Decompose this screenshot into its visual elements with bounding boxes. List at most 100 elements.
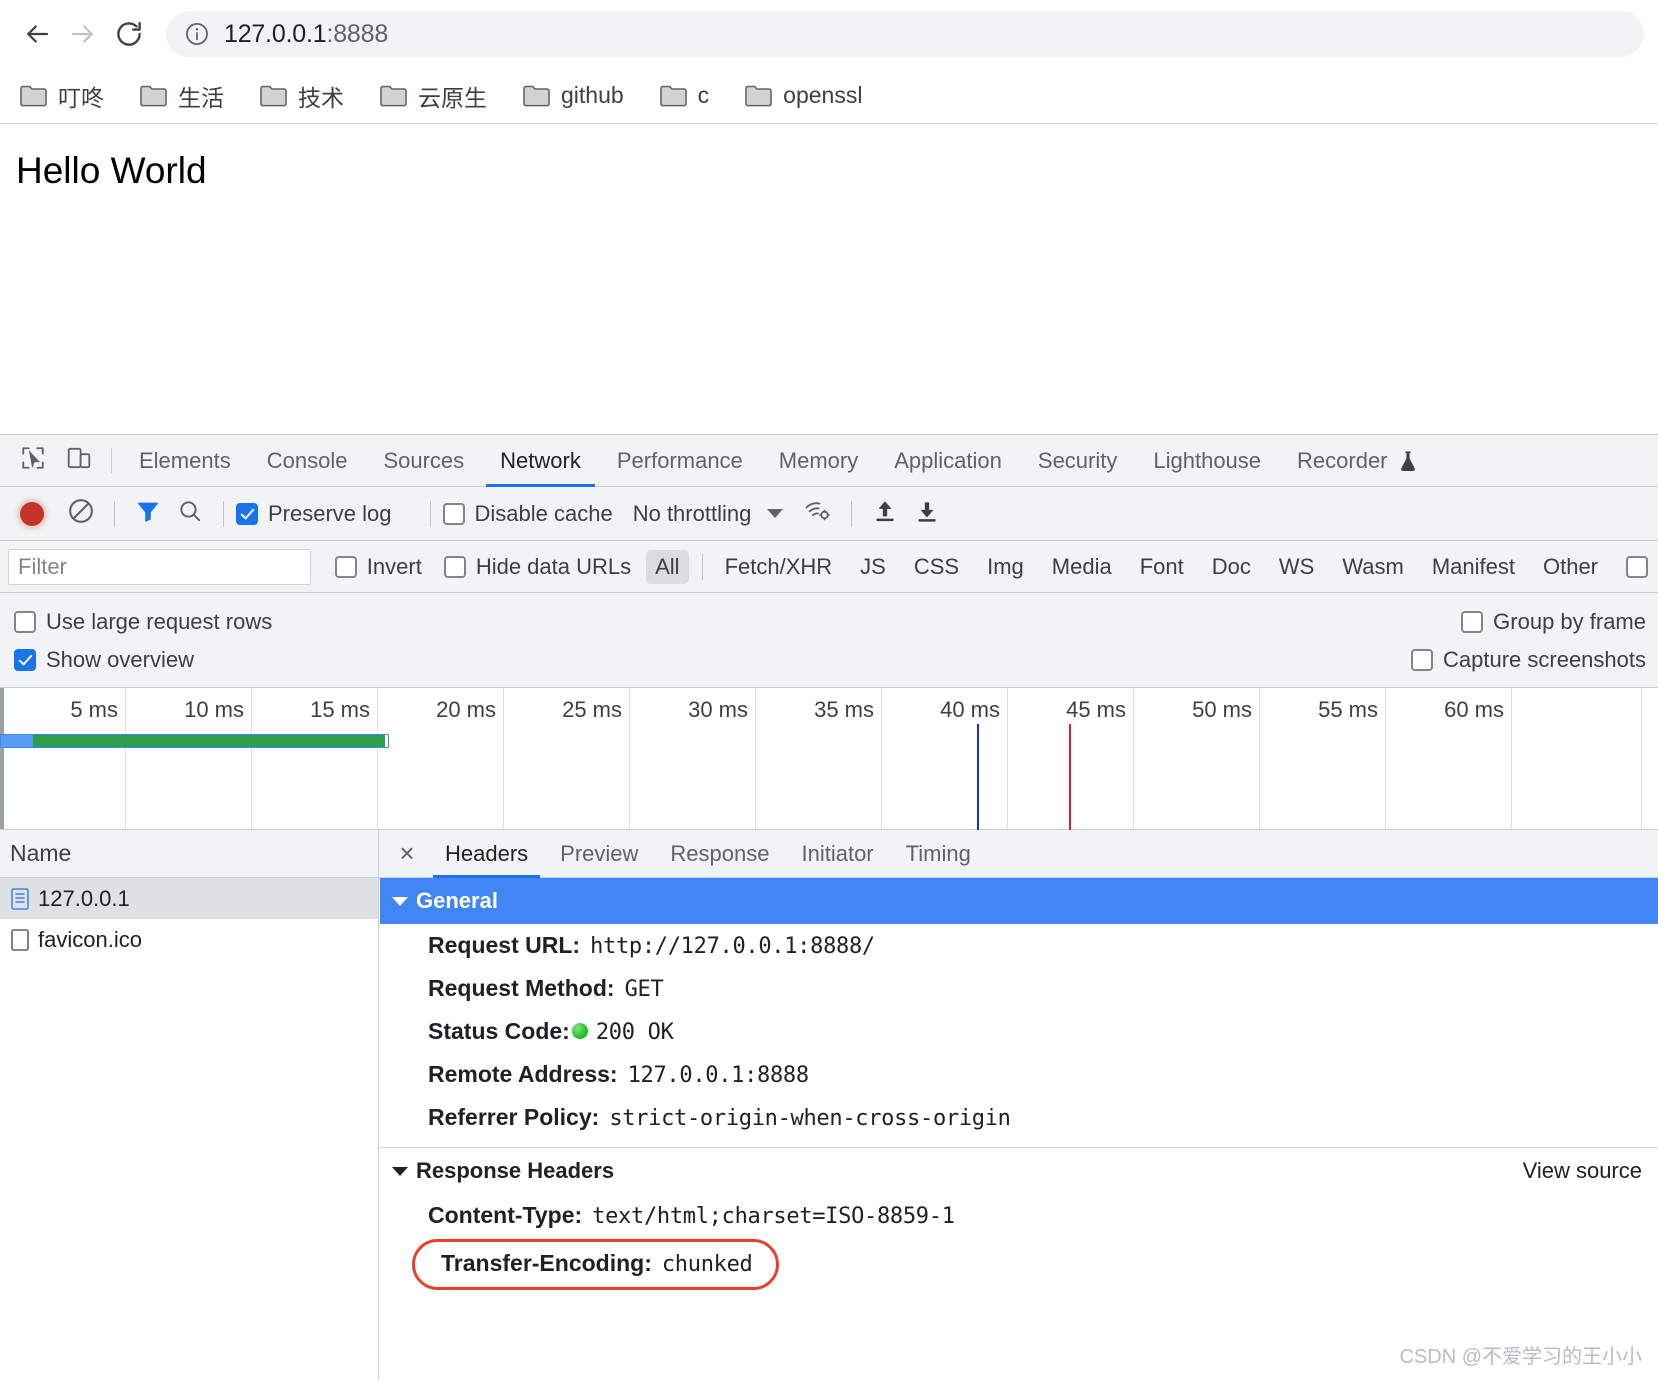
request-list-header[interactable]: Name [0,830,378,878]
forward-button[interactable] [60,11,106,57]
overview-tick-label: 35 ms [814,697,874,722]
divider [111,448,112,473]
column-header-name: Name [10,840,72,866]
header-row-content-type: Content-Type: text/html;charset=ISO-8859… [380,1194,1658,1237]
show-overview-checkbox[interactable]: Show overview [14,647,194,673]
import-har-button[interactable] [864,498,906,529]
type-filter-font[interactable]: Font [1131,550,1193,584]
tab-label: Console [266,447,348,473]
type-filter-doc[interactable]: Doc [1203,550,1260,584]
detail-tab-headers[interactable]: Headers [429,830,544,878]
type-filter-img[interactable]: Img [978,550,1033,584]
bookmark-item[interactable]: openssl [745,82,862,109]
bookmark-item[interactable]: 生活 [140,79,224,113]
overview-tick-cell: 10 ms [126,688,252,829]
browser-toolbar: 127.0.0.1:8888 [0,0,1658,68]
tab-recorder[interactable]: Recorder [1279,435,1435,486]
tab-console[interactable]: Console [249,435,366,486]
disable-cache-checkbox[interactable]: Disable cache [442,501,613,527]
tab-memory[interactable]: Memory [761,435,876,486]
network-conditions-button[interactable] [797,499,839,528]
type-filter-other[interactable]: Other [1534,550,1607,584]
type-filter-js[interactable]: JS [851,550,895,584]
throttling-select-value[interactable]: No throttling [633,501,752,527]
flask-icon [1398,450,1418,472]
search-icon [177,498,203,529]
clear-button[interactable] [60,497,102,530]
tab-network[interactable]: Network [482,435,599,487]
invert-checkbox[interactable]: Invert [334,554,422,580]
group-by-frame-checkbox[interactable]: Group by frame [1461,609,1646,635]
type-filter-ws[interactable]: WS [1270,550,1323,584]
search-button[interactable] [169,498,211,529]
detail-tab-timing[interactable]: Timing [890,830,987,877]
general-section-header[interactable]: General [380,878,1658,924]
network-toolbar: Preserve log Disable cache No throttling [0,487,1658,541]
type-filter-all[interactable]: All [646,549,689,584]
network-overview-timeline[interactable]: 5 ms 10 ms 15 ms 20 ms 25 ms 30 ms 35 ms… [0,688,1658,830]
bookmark-item[interactable]: github [523,82,624,109]
type-filter-manifest[interactable]: Manifest [1423,550,1524,584]
overview-tick-label: 5 ms [70,697,118,722]
bookmarks-bar: 叮咚 生活 技术 云原生 github c openssl [0,68,1658,124]
tab-label: Elements [139,447,231,473]
blocked-cookies-checkbox[interactable] [1626,555,1649,578]
address-bar[interactable]: 127.0.0.1:8888 [166,11,1644,57]
options-row-1: Use large request rows Group by frame [14,603,1658,641]
export-har-button[interactable] [906,498,948,529]
address-port: :8888 [326,19,389,48]
type-filter-media[interactable]: Media [1043,550,1121,584]
bookmark-item[interactable]: 叮咚 [20,79,104,113]
overview-tick-cell: 15 ms [252,688,378,829]
header-value: chunked [661,1252,753,1277]
header-value: text/html;charset=ISO-8859-1 [592,1204,955,1229]
detail-tab-initiator[interactable]: Initiator [785,830,889,877]
tab-sources[interactable]: Sources [365,435,482,486]
type-filter-css[interactable]: CSS [905,550,968,584]
filter-input[interactable]: Filter [8,548,312,585]
clear-icon [67,497,95,530]
info-circle-icon[interactable] [184,21,210,47]
type-filter-wasm[interactable]: Wasm [1333,550,1413,584]
overview-tick-cell: 35 ms [756,688,882,829]
close-detail-button[interactable]: × [385,830,429,877]
bookmark-item[interactable]: c [659,82,709,109]
tab-security[interactable]: Security [1020,435,1135,486]
tab-elements[interactable]: Elements [121,435,249,486]
tab-application[interactable]: Application [876,435,1020,486]
preserve-log-checkbox[interactable]: Preserve log [236,501,392,527]
tab-performance[interactable]: Performance [599,435,761,486]
bookmark-item[interactable]: 技术 [260,79,344,113]
inspect-element-button[interactable] [10,435,56,486]
detail-tab-response[interactable]: Response [654,830,785,877]
overview-tick-cell: 20 ms [378,688,504,829]
checkbox-label: Capture screenshots [1443,647,1646,672]
request-name: 127.0.0.1 [38,885,130,911]
capture-screenshots-checkbox[interactable]: Capture screenshots [1411,647,1646,673]
overview-tick-cell: 5 ms [0,688,126,829]
transfer-encoding-highlight-wrapper: Transfer-Encoding: chunked [380,1237,1658,1290]
checkbox-box [14,611,36,633]
folder-icon [140,84,167,107]
overview-tick-label: 40 ms [940,697,1000,722]
request-row-favicon[interactable]: favicon.ico [0,919,378,960]
type-filter-fetch-xhr[interactable]: Fetch/XHR [716,550,842,584]
header-row-transfer-encoding: Transfer-Encoding: chunked [412,1239,780,1290]
overview-tick-cell: 45 ms [1008,688,1134,829]
response-headers-section-header[interactable]: Response Headers View source [380,1147,1658,1194]
chevron-down-icon[interactable] [767,509,784,518]
tab-lighthouse[interactable]: Lighthouse [1135,435,1279,486]
checkbox-box [1461,611,1484,633]
reload-button[interactable] [106,11,152,57]
use-large-request-rows-checkbox[interactable]: Use large request rows [14,609,272,635]
filter-button[interactable] [127,498,169,529]
detail-tab-preview[interactable]: Preview [544,830,654,877]
hide-data-urls-checkbox[interactable]: Hide data URLs [443,554,631,580]
bookmark-item[interactable]: 云原生 [380,79,487,113]
record-button-icon[interactable] [20,501,44,526]
view-source-link[interactable]: View source [1523,1158,1642,1184]
back-button[interactable] [14,11,60,57]
device-toolbar-button[interactable] [56,435,102,486]
tab-label: Initiator [801,840,874,866]
request-row-127-0-0-1[interactable]: 127.0.0.1 [0,878,378,919]
